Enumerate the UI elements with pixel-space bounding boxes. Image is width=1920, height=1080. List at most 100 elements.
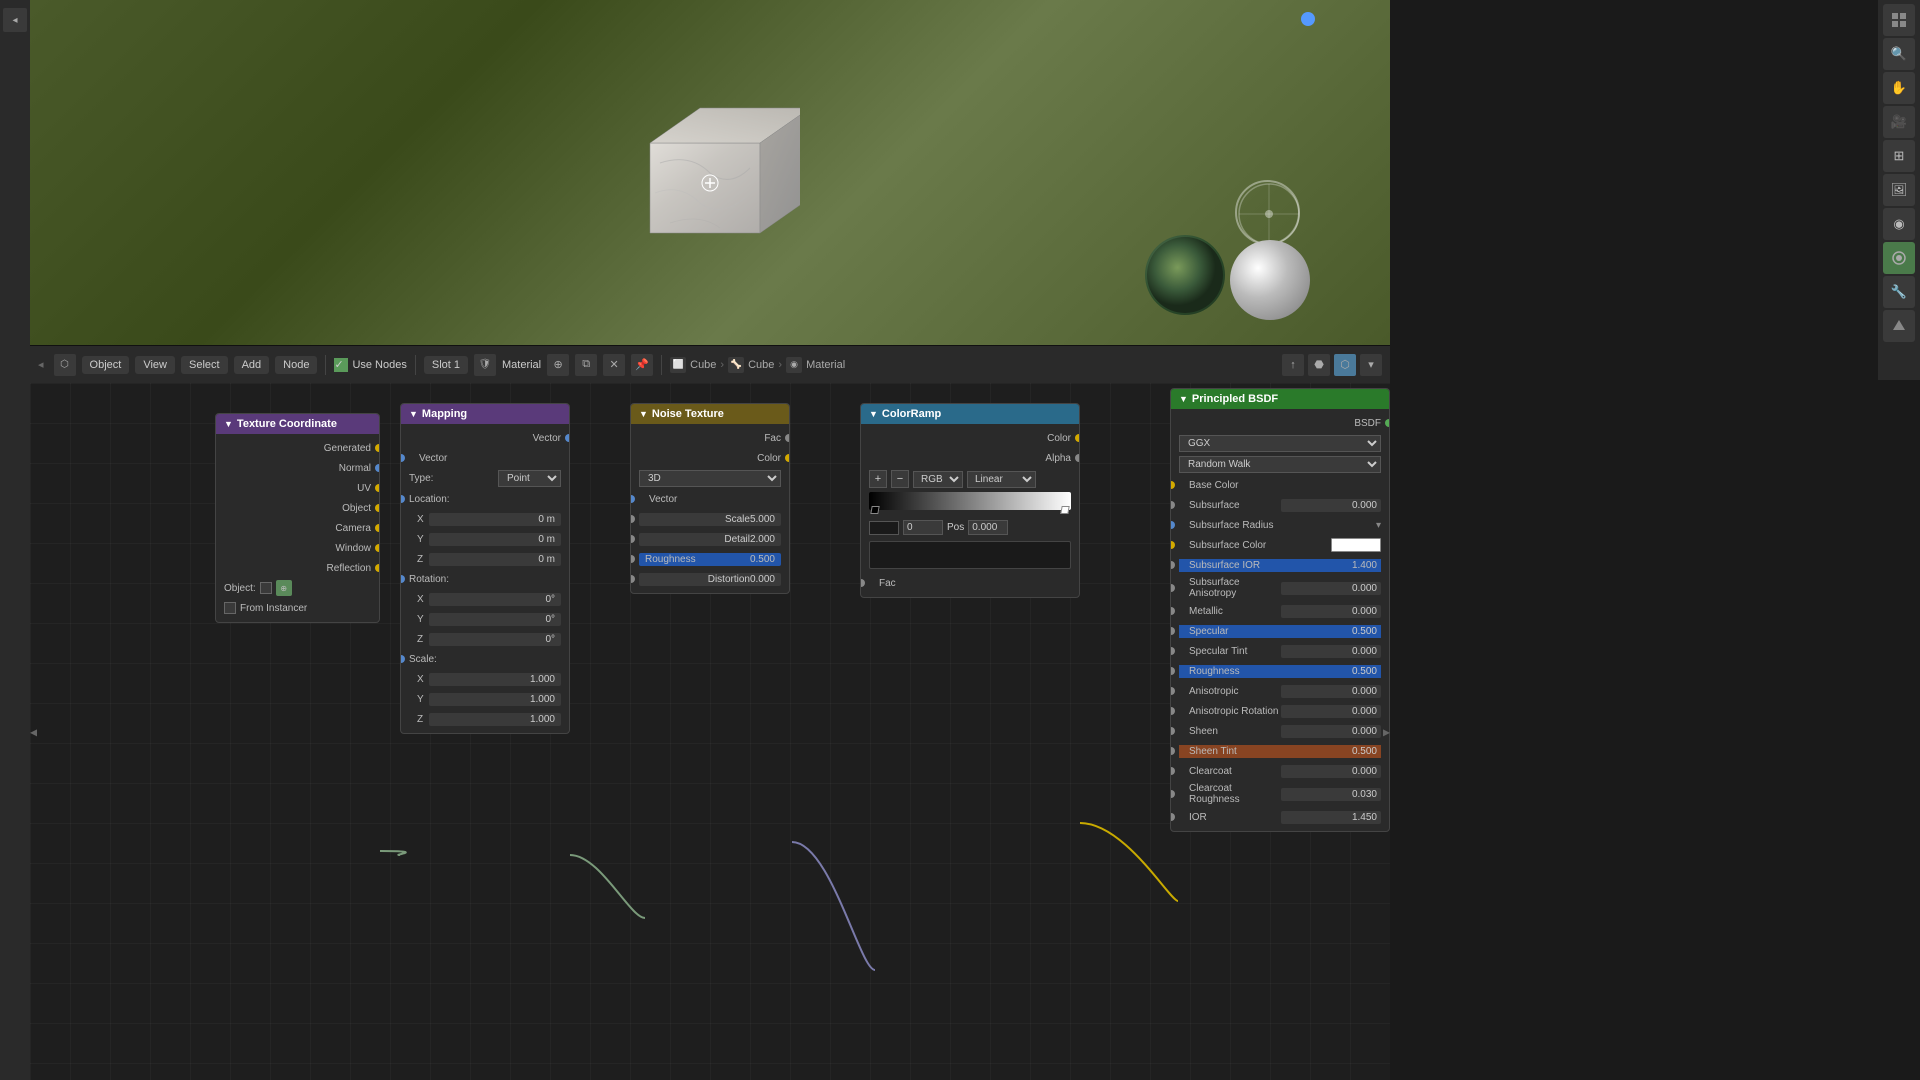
noise-scale-field[interactable]: Scale 5.000 — [639, 513, 781, 526]
view-menu-btn[interactable]: View — [135, 356, 175, 374]
noise-roughness-field[interactable]: Roughness 0.500 — [639, 553, 781, 566]
node-noise-texture[interactable]: ▼ Noise Texture Fac Color 3D1D2D4D — [630, 403, 790, 594]
header-icon-modifier[interactable] — [1883, 310, 1915, 342]
bsdf-collapse[interactable]: ▼ — [1179, 394, 1188, 404]
pin-material-btn[interactable]: 📌 — [631, 354, 653, 376]
add-material-btn[interactable]: ⊕ — [547, 354, 569, 376]
ramp-stop-white[interactable] — [1060, 506, 1069, 514]
bsdf-spec-tint-value[interactable]: 0.000 — [1281, 645, 1381, 658]
slot-dropdown-btn[interactable]: Slot 1 — [424, 356, 468, 374]
bsdf-clearcoat-value[interactable]: 0.000 — [1281, 765, 1381, 778]
viewport-nav-gizmo[interactable] — [1235, 180, 1300, 245]
bsdf-specular-value[interactable]: 0.500 — [1331, 625, 1381, 638]
noise-distortion-field[interactable]: Distortion 0.000 — [639, 573, 781, 586]
use-nodes-checkbox[interactable]: ✓ — [334, 358, 348, 372]
header-icon-sphere[interactable]: ◉ — [1883, 208, 1915, 240]
rot-x-value[interactable]: 0° — [429, 593, 561, 606]
bsdf-sheen-value[interactable]: 0.000 — [1281, 725, 1381, 738]
header-icon-image[interactable]: 🖼 — [1883, 174, 1915, 206]
noise-scale-row: Scale 5.000 — [631, 509, 789, 529]
bsdf-rw-select[interactable]: Random WalkChristensen-Burley — [1179, 456, 1381, 473]
bsdf-ior-value[interactable]: 1.450 — [1281, 811, 1381, 824]
node-mapping[interactable]: ▼ Mapping Vector Vector Type: PointTextu… — [400, 403, 570, 734]
bsdf-ggx-select[interactable]: GGXMulti-GGX — [1179, 435, 1381, 452]
colorramp-fac-label: Fac — [869, 578, 896, 589]
scale-z-value[interactable]: 1.000 — [429, 713, 561, 726]
loc-y-value[interactable]: 0 m — [429, 533, 561, 546]
delete-material-btn[interactable]: ✕ — [603, 354, 625, 376]
bsdf-sheen-tint-value[interactable]: 0.500 — [1331, 745, 1381, 758]
ramp-mode-select[interactable]: RGBHSV — [913, 471, 963, 488]
rot-y-value[interactable]: 0° — [429, 613, 561, 626]
bsdf-sss-aniso-value[interactable]: 0.000 — [1281, 582, 1381, 595]
header-icon-magnify[interactable]: 🔍 — [1883, 38, 1915, 70]
bsdf-cc-rough-value[interactable]: 0.030 — [1281, 788, 1381, 801]
bsdf-roughness-value[interactable]: 0.500 — [1331, 665, 1381, 678]
colorramp-collapse[interactable]: ▼ — [869, 409, 878, 419]
render-preview-icon[interactable]: ↑ — [1282, 354, 1304, 376]
bsdf-metallic-value[interactable]: 0.000 — [1281, 605, 1381, 618]
noise-mode-select[interactable]: 3D1D2D4D — [639, 470, 781, 487]
bsdf-aniso-rot-value[interactable]: 0.000 — [1281, 705, 1381, 718]
noise-collapse[interactable]: ▼ — [639, 409, 648, 419]
node-menu-btn[interactable]: Node — [275, 356, 317, 374]
add-menu-btn[interactable]: Add — [234, 356, 270, 374]
node-texture-coordinate[interactable]: ▼ Texture Coordinate Generated Normal UV… — [215, 413, 380, 623]
header-icon-material[interactable] — [1883, 242, 1915, 274]
ramp-add-btn[interactable]: + — [869, 470, 887, 488]
noise-detail-field[interactable]: Detail 2.000 — [639, 533, 781, 546]
ramp-pos-value[interactable] — [968, 520, 1008, 535]
node-area-collapse-right[interactable]: ▸ — [1383, 723, 1390, 740]
header-icon-camera[interactable]: 🎥 — [1883, 106, 1915, 138]
view-options-icon[interactable]: ⬣ — [1308, 354, 1330, 376]
colorramp-color-swatch[interactable] — [869, 541, 1071, 569]
node-principled-bsdf[interactable]: ▼ Principled BSDF BSDF GGXMulti-GGX Rand… — [1170, 388, 1390, 832]
extra-options-icon[interactable]: ▾ — [1360, 354, 1382, 376]
toolbar-collapse-left[interactable]: ◂ — [38, 358, 44, 371]
left-tool-1[interactable]: ◂ — [3, 8, 27, 32]
tex-coord-collapse[interactable]: ▼ — [224, 419, 233, 429]
scale-x-value[interactable]: 1.000 — [429, 673, 561, 686]
header-icon-grid[interactable]: ⊞ — [1883, 140, 1915, 172]
copy-material-btn[interactable]: ⧉ — [575, 354, 597, 376]
select-menu-btn[interactable]: Select — [181, 356, 228, 374]
header-icon-tool[interactable]: 🔧 — [1883, 276, 1915, 308]
breadcrumb-cube1[interactable]: Cube — [690, 359, 716, 371]
ramp-interp-select[interactable]: LinearEaseB-SplineCardinalConstant — [967, 471, 1036, 488]
from-instancer-checkbox[interactable] — [224, 602, 236, 614]
header-icon-1[interactable] — [1883, 4, 1915, 36]
editor-type-icon[interactable]: ⬡ — [54, 354, 76, 376]
bsdf-sss-ior-value[interactable]: 1.400 — [1331, 559, 1381, 572]
mapping-type-select[interactable]: PointTextureVectorNormal — [498, 470, 561, 487]
node-colorramp[interactable]: ▼ ColorRamp Color Alpha + − RGBHSV — [860, 403, 1080, 598]
ramp-black-pos[interactable] — [903, 520, 943, 535]
ramp-stop-black[interactable] — [870, 506, 879, 514]
bsdf-subsurface-value[interactable]: 0.000 — [1281, 499, 1381, 512]
header-icon-hand[interactable]: ✋ — [1883, 72, 1915, 104]
colorramp-gradient[interactable] — [869, 492, 1071, 510]
socket-cr-alpha-out — [1075, 454, 1080, 462]
use-nodes-toggle[interactable]: ✓ Use Nodes — [334, 358, 406, 372]
breadcrumb-material[interactable]: Material — [806, 359, 845, 371]
loc-x-value[interactable]: 0 m — [429, 513, 561, 526]
bsdf-sheen-tint-row: Sheen Tint 0.500 — [1171, 741, 1389, 761]
scale-y-value[interactable]: 1.000 — [429, 693, 561, 706]
3d-cube — [620, 93, 800, 253]
object-dropdown-btn[interactable]: Object — [82, 356, 130, 374]
ramp-remove-btn[interactable]: − — [891, 470, 909, 488]
node-area-collapse-left[interactable]: ◂ — [30, 723, 37, 740]
rot-z-value[interactable]: 0° — [429, 633, 561, 646]
hdri-preview-sphere[interactable] — [1145, 235, 1225, 315]
loc-z-value[interactable]: 0 m — [429, 553, 561, 566]
object-picker[interactable]: ⊕ — [276, 580, 292, 596]
bsdf-sss-color-swatch[interactable] — [1331, 538, 1381, 552]
ramp-color-preview[interactable] — [869, 521, 899, 535]
bsdf-anisotropic-value[interactable]: 0.000 — [1281, 685, 1381, 698]
material-icon-btn[interactable]: 🛡 — [474, 354, 496, 376]
material-preview-sphere[interactable] — [1230, 240, 1310, 320]
overlay-icon[interactable]: ⬡ — [1334, 354, 1356, 376]
object-checkbox[interactable] — [260, 582, 272, 594]
bsdf-sss-radius-arrow[interactable]: ▾ — [1376, 520, 1381, 531]
breadcrumb-cube2[interactable]: Cube — [748, 359, 774, 371]
mapping-collapse[interactable]: ▼ — [409, 409, 418, 419]
